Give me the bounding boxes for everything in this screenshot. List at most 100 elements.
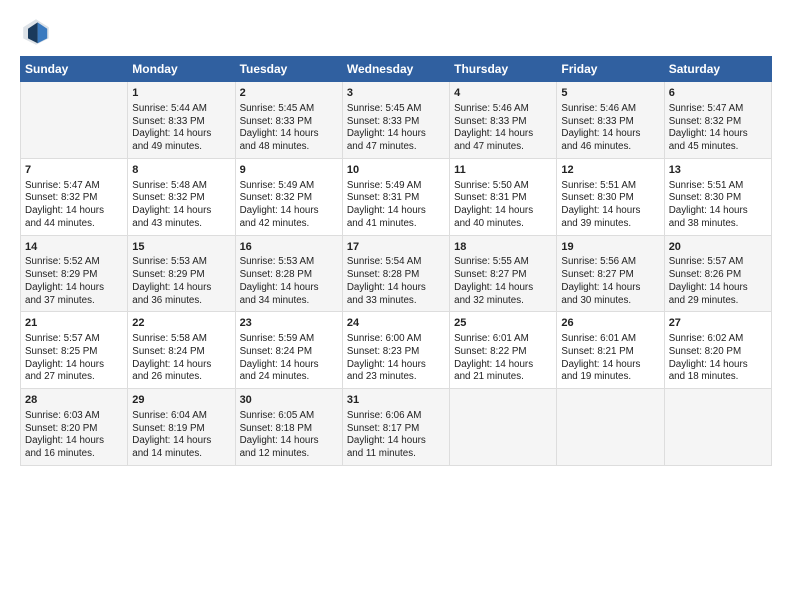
cell-3-3: 16Sunrise: 5:53 AMSunset: 8:28 PMDayligh…: [235, 235, 342, 312]
cell-2-7: 13 Sunrise: 5:51 AMSunset: 8:30 PMDayligh…: [664, 158, 771, 235]
day-number: 12: [561, 163, 659, 178]
cell-5-1: 28 Sunrise: 6:03 AMSunset: 8:20 PMDayligh…: [21, 389, 128, 466]
day-number: 8: [132, 163, 230, 178]
week-row-5: 28 Sunrise: 6:03 AMSunset: 8:20 PMDayligh…: [21, 389, 772, 466]
day-number: 3: [347, 86, 445, 101]
cell-content: Sunrise: 5:54 AMSunset: 8:28 PMDaylight:…: [347, 256, 445, 307]
cell-content: Sunrise: 5:47 AMSunset: 8:32 PMDaylight:…: [669, 103, 767, 154]
cell-content: Sunrise: 5:45 AMSunset: 8:33 PMDaylight:…: [240, 103, 338, 154]
cell-content: Sunrise: 6:00 AMSunset: 8:23 PMDaylight:…: [347, 333, 445, 384]
cell-3-2: 15Sunrise: 5:53 AMSunset: 8:29 PMDayligh…: [128, 235, 235, 312]
day-number: 25: [454, 316, 552, 331]
cell-4-2: 22 Sunrise: 5:58 AMSunset: 8:24 PMDayligh…: [128, 312, 235, 389]
cell-4-1: 21 Sunrise: 5:57 AMSunset: 8:25 PMDayligh…: [21, 312, 128, 389]
logo-icon: [20, 16, 52, 48]
cell-content: Sunrise: 5:47 AMSunset: 8:32 PMDaylight:…: [25, 180, 123, 231]
calendar-table: SundayMondayTuesdayWednesdayThursdayFrid…: [20, 56, 772, 466]
cell-content: Sunrise: 5:46 AMSunset: 8:33 PMDaylight:…: [454, 103, 552, 154]
day-number: 11: [454, 163, 552, 178]
cell-2-2: 8 Sunrise: 5:48 AMSunset: 8:32 PMDaylight…: [128, 158, 235, 235]
day-number: 7: [25, 163, 123, 178]
cell-content: Sunrise: 6:01 AMSunset: 8:22 PMDaylight:…: [454, 333, 552, 384]
cell-content: Sunrise: 5:51 AMSunset: 8:30 PMDaylight:…: [561, 180, 659, 231]
cell-4-7: 27 Sunrise: 6:02 AMSunset: 8:20 PMDayligh…: [664, 312, 771, 389]
cell-3-5: 18Sunrise: 5:55 AMSunset: 8:27 PMDayligh…: [450, 235, 557, 312]
day-number: 29: [132, 393, 230, 408]
day-number: 1: [132, 86, 230, 101]
cell-1-4: 3 Sunrise: 5:45 AMSunset: 8:33 PMDaylight…: [342, 82, 449, 159]
cell-3-4: 17Sunrise: 5:54 AMSunset: 8:28 PMDayligh…: [342, 235, 449, 312]
header-day-wednesday: Wednesday: [342, 57, 449, 82]
cell-content: Sunrise: 5:53 AMSunset: 8:28 PMDaylight:…: [240, 256, 338, 307]
day-number: 30: [240, 393, 338, 408]
day-number: 21: [25, 316, 123, 331]
cell-content: Sunrise: 5:44 AMSunset: 8:33 PMDaylight:…: [132, 103, 230, 154]
week-row-3: 14Sunrise: 5:52 AMSunset: 8:29 PMDayligh…: [21, 235, 772, 312]
cell-5-2: 29 Sunrise: 6:04 AMSunset: 8:19 PMDayligh…: [128, 389, 235, 466]
day-number: 24: [347, 316, 445, 331]
cell-content: Sunrise: 5:50 AMSunset: 8:31 PMDaylight:…: [454, 180, 552, 231]
cell-1-6: 5Sunrise: 5:46 AMSunset: 8:33 PMDaylight…: [557, 82, 664, 159]
header-day-monday: Monday: [128, 57, 235, 82]
cell-content: Sunrise: 5:49 AMSunset: 8:32 PMDaylight:…: [240, 180, 338, 231]
cell-1-2: 1 Sunrise: 5:44 AMSunset: 8:33 PMDaylight…: [128, 82, 235, 159]
cell-4-3: 23 Sunrise: 5:59 AMSunset: 8:24 PMDayligh…: [235, 312, 342, 389]
cell-2-6: 12 Sunrise: 5:51 AMSunset: 8:30 PMDayligh…: [557, 158, 664, 235]
header-day-tuesday: Tuesday: [235, 57, 342, 82]
day-number: 10: [347, 163, 445, 178]
cell-content: Sunrise: 5:56 AMSunset: 8:27 PMDaylight:…: [561, 256, 659, 307]
cell-content: Sunrise: 5:48 AMSunset: 8:32 PMDaylight:…: [132, 180, 230, 231]
cell-4-4: 24 Sunrise: 6:00 AMSunset: 8:23 PMDayligh…: [342, 312, 449, 389]
cell-content: Sunrise: 6:02 AMSunset: 8:20 PMDaylight:…: [669, 333, 767, 384]
page: SundayMondayTuesdayWednesdayThursdayFrid…: [0, 0, 792, 612]
cell-1-1: [21, 82, 128, 159]
cell-3-1: 14Sunrise: 5:52 AMSunset: 8:29 PMDayligh…: [21, 235, 128, 312]
cell-3-6: 19Sunrise: 5:56 AMSunset: 8:27 PMDayligh…: [557, 235, 664, 312]
header-day-thursday: Thursday: [450, 57, 557, 82]
cell-content: Sunrise: 5:51 AMSunset: 8:30 PMDaylight:…: [669, 180, 767, 231]
cell-content: Sunrise: 5:55 AMSunset: 8:27 PMDaylight:…: [454, 256, 552, 307]
cell-content: Sunrise: 5:59 AMSunset: 8:24 PMDaylight:…: [240, 333, 338, 384]
header-day-saturday: Saturday: [664, 57, 771, 82]
cell-content: Sunrise: 6:04 AMSunset: 8:19 PMDaylight:…: [132, 410, 230, 461]
day-number: 26: [561, 316, 659, 331]
day-number: 23: [240, 316, 338, 331]
week-row-2: 7 Sunrise: 5:47 AMSunset: 8:32 PMDaylight…: [21, 158, 772, 235]
day-number: 2: [240, 86, 338, 101]
cell-2-4: 10 Sunrise: 5:49 AMSunset: 8:31 PMDayligh…: [342, 158, 449, 235]
cell-content: Sunrise: 6:06 AMSunset: 8:17 PMDaylight:…: [347, 410, 445, 461]
header-row: SundayMondayTuesdayWednesdayThursdayFrid…: [21, 57, 772, 82]
cell-content: Sunrise: 5:58 AMSunset: 8:24 PMDaylight:…: [132, 333, 230, 384]
day-number: 4: [454, 86, 552, 101]
header-day-friday: Friday: [557, 57, 664, 82]
day-number: 22: [132, 316, 230, 331]
cell-4-5: 25 Sunrise: 6:01 AMSunset: 8:22 PMDayligh…: [450, 312, 557, 389]
cell-5-5: [450, 389, 557, 466]
day-number: 13: [669, 163, 767, 178]
cell-content: Sunrise: 6:05 AMSunset: 8:18 PMDaylight:…: [240, 410, 338, 461]
cell-1-3: 2 Sunrise: 5:45 AMSunset: 8:33 PMDaylight…: [235, 82, 342, 159]
cell-content: Sunrise: 5:57 AMSunset: 8:25 PMDaylight:…: [25, 333, 123, 384]
header-day-sunday: Sunday: [21, 57, 128, 82]
day-number: 15: [132, 240, 230, 255]
cell-2-5: 11 Sunrise: 5:50 AMSunset: 8:31 PMDayligh…: [450, 158, 557, 235]
cell-content: Sunrise: 5:49 AMSunset: 8:31 PMDaylight:…: [347, 180, 445, 231]
cell-3-7: 20Sunrise: 5:57 AMSunset: 8:26 PMDayligh…: [664, 235, 771, 312]
cell-5-7: [664, 389, 771, 466]
day-number: 14: [25, 240, 123, 255]
cell-content: Sunrise: 5:45 AMSunset: 8:33 PMDaylight:…: [347, 103, 445, 154]
cell-1-5: 4 Sunrise: 5:46 AMSunset: 8:33 PMDaylight…: [450, 82, 557, 159]
cell-2-3: 9 Sunrise: 5:49 AMSunset: 8:32 PMDaylight…: [235, 158, 342, 235]
logo: [20, 16, 56, 48]
day-number: 20: [669, 240, 767, 255]
day-number: 28: [25, 393, 123, 408]
cell-content: Sunrise: 5:52 AMSunset: 8:29 PMDaylight:…: [25, 256, 123, 307]
cell-5-3: 30 Sunrise: 6:05 AMSunset: 8:18 PMDayligh…: [235, 389, 342, 466]
cell-5-6: [557, 389, 664, 466]
day-number: 9: [240, 163, 338, 178]
cell-content: Sunrise: 5:57 AMSunset: 8:26 PMDaylight:…: [669, 256, 767, 307]
cell-content: Sunrise: 6:03 AMSunset: 8:20 PMDaylight:…: [25, 410, 123, 461]
week-row-1: 1 Sunrise: 5:44 AMSunset: 8:33 PMDaylight…: [21, 82, 772, 159]
day-number: 27: [669, 316, 767, 331]
day-number: 31: [347, 393, 445, 408]
